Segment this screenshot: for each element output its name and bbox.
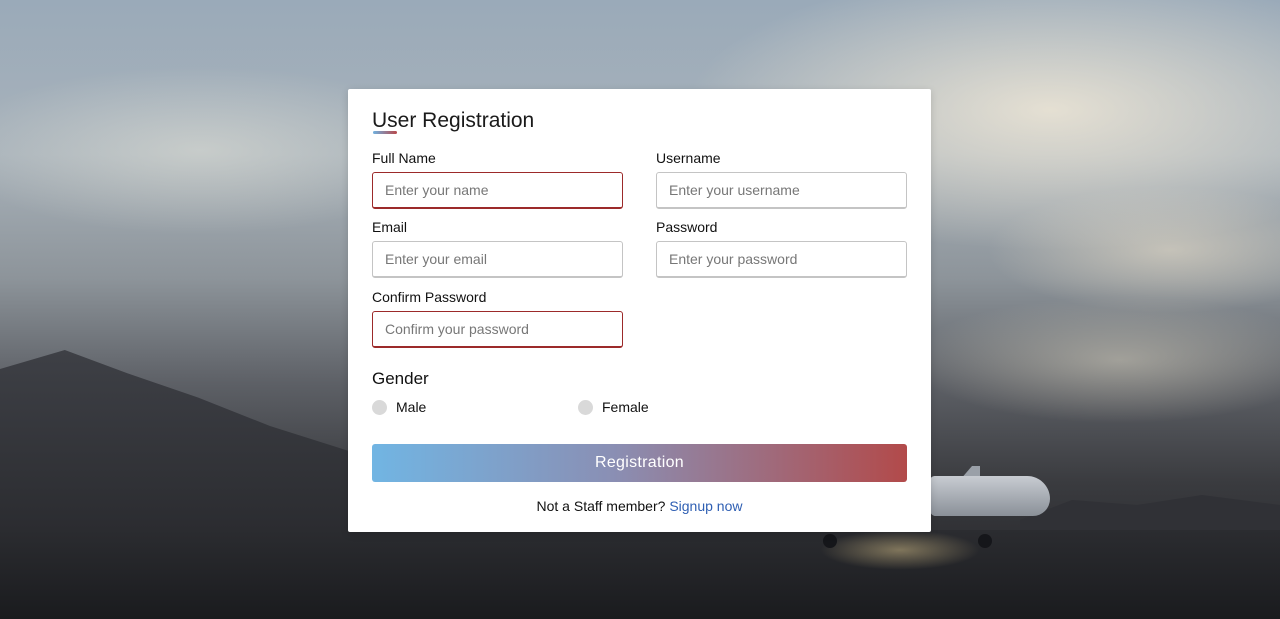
signup-link[interactable]: Signup now (669, 498, 742, 514)
gender-option-male[interactable]: Male (372, 399, 426, 415)
password-input[interactable] (656, 241, 907, 278)
registration-button[interactable]: Registration (372, 444, 907, 482)
signup-prompt-text: Not a Staff member? (536, 498, 666, 514)
full-name-group: Full Name (372, 150, 623, 209)
gender-option-female[interactable]: Female (578, 399, 649, 415)
airplane (930, 476, 1050, 516)
form-title: User Registration (372, 109, 535, 132)
password-group: Password (656, 219, 907, 278)
gender-option-label: Male (396, 399, 427, 415)
full-name-label: Full Name (372, 150, 436, 166)
gender-title: Gender (372, 369, 429, 388)
title-underline (373, 131, 397, 134)
password-label: Password (656, 219, 718, 235)
username-group: Username (656, 150, 907, 209)
background-runway (0, 530, 1280, 619)
email-input[interactable] (372, 241, 623, 278)
email-label: Email (372, 219, 408, 235)
confirm-password-label: Confirm Password (372, 289, 487, 305)
username-label: Username (656, 150, 721, 166)
radio-button[interactable] (578, 399, 593, 415)
username-input[interactable] (656, 172, 907, 209)
radio-button[interactable] (372, 399, 387, 415)
background-glow (820, 530, 980, 570)
registration-card: User Registration Full Name Username Ema… (348, 89, 931, 532)
full-name-input[interactable] (372, 172, 623, 209)
signup-prompt: Not a Staff member? Signup now (348, 498, 931, 514)
email-group: Email (372, 219, 623, 278)
airplane-wheel (823, 534, 837, 548)
confirm-password-input[interactable] (372, 311, 623, 348)
gender-option-label: Female (602, 399, 649, 415)
confirm-password-group: Confirm Password (372, 289, 623, 348)
airplane-wheel (978, 534, 992, 548)
